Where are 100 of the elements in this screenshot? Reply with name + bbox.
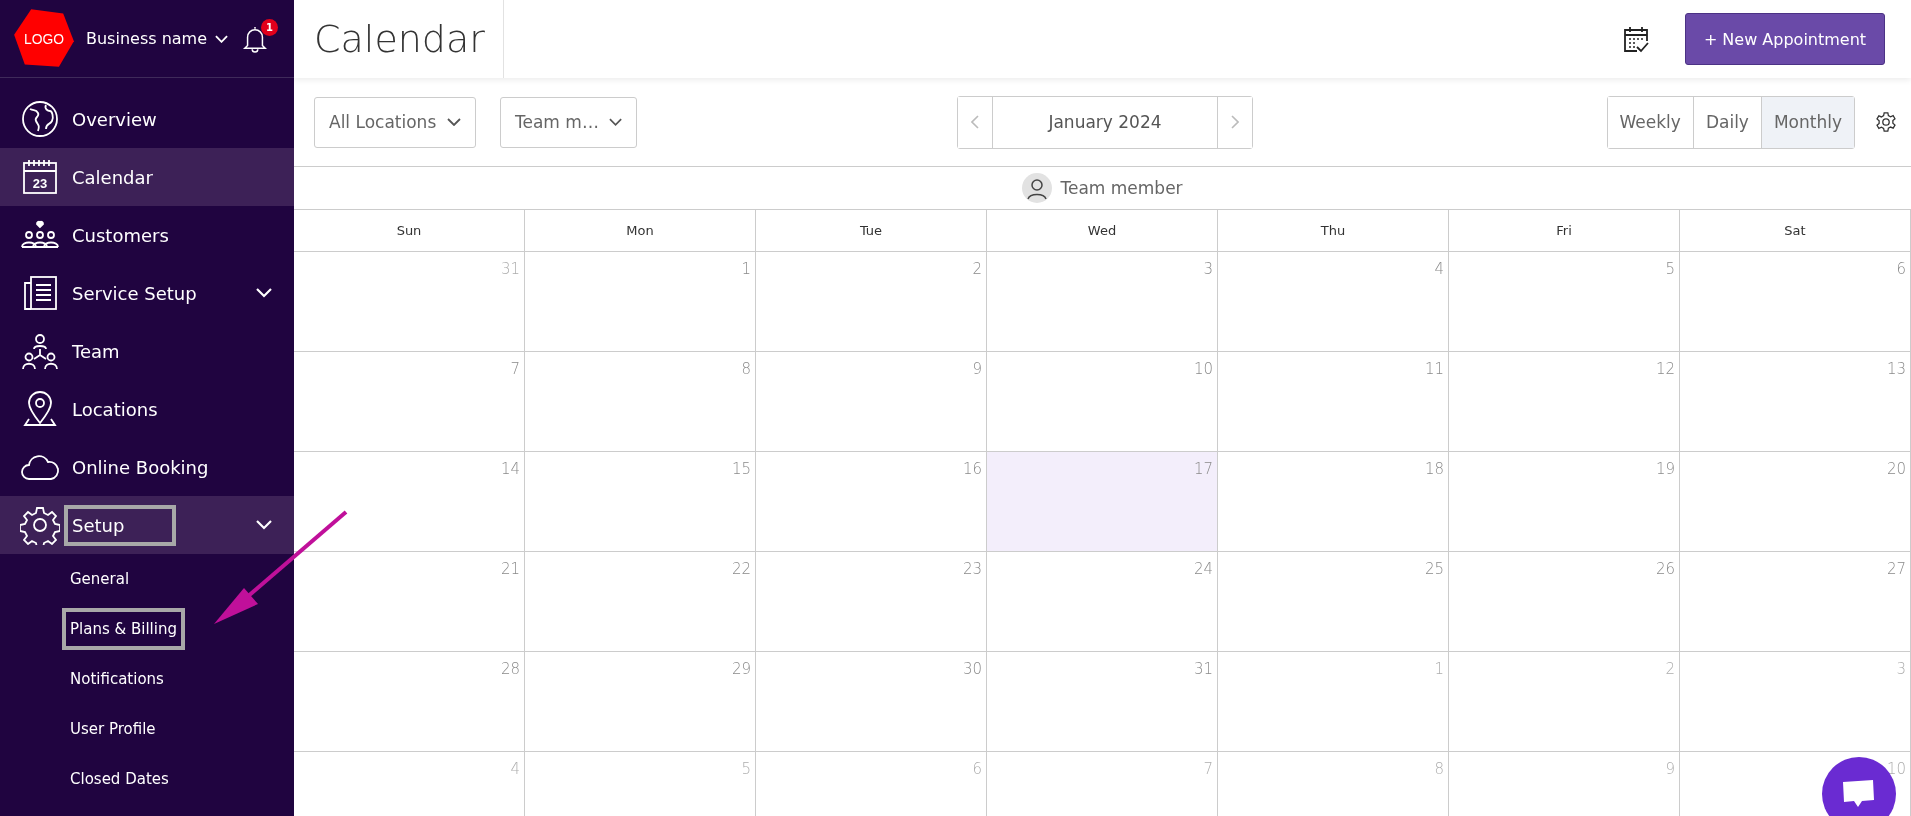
sidebar-item[interactable]: Online Booking xyxy=(0,438,294,496)
date-number: 1 xyxy=(741,260,751,278)
day-cell[interactable]: 2 xyxy=(756,252,987,352)
day-cell[interactable]: 31 xyxy=(294,252,525,352)
sidebar-item-label: Team xyxy=(71,339,121,364)
day-cell[interactable]: 24 xyxy=(987,552,1218,652)
day-cell[interactable]: 8 xyxy=(525,352,756,452)
date-number: 19 xyxy=(1655,460,1675,478)
date-number: 13 xyxy=(1886,360,1906,378)
day-cell[interactable]: 25 xyxy=(1218,552,1449,652)
day-cell[interactable]: 6 xyxy=(1680,252,1911,352)
chevron-down-icon xyxy=(447,118,461,126)
day-cell[interactable]: 1 xyxy=(525,252,756,352)
date-number: 15 xyxy=(731,460,751,478)
sidebar-item-label: Locations xyxy=(71,397,159,422)
day-cell[interactable]: 28 xyxy=(294,652,525,752)
weekday-header: Mon xyxy=(626,223,654,238)
day-cell[interactable]: 21 xyxy=(294,552,525,652)
view-tab[interactable]: Monthly xyxy=(1760,96,1854,148)
date-number: 11 xyxy=(1424,360,1444,378)
sidebar-item[interactable]: Customers xyxy=(0,206,294,264)
date-number: 7 xyxy=(1203,760,1213,778)
sidebar-item[interactable]: Setup xyxy=(0,496,294,554)
filter-dropdown[interactable]: Team m… xyxy=(500,96,637,148)
date-number: 18 xyxy=(1424,460,1444,478)
day-cell[interactable]: 1 xyxy=(1218,652,1449,752)
globe-icon xyxy=(20,99,60,139)
day-cell[interactable]: 9 xyxy=(1449,752,1680,816)
sidebar-item-label: Setup xyxy=(64,504,177,546)
day-cell[interactable]: 4 xyxy=(294,752,525,816)
date-number: 31 xyxy=(500,260,520,278)
day-cell[interactable]: 8 xyxy=(1218,752,1449,816)
sidebar-item[interactable]: 23 Calendar xyxy=(0,148,294,206)
date-number: 9 xyxy=(972,360,982,378)
date-number: 24 xyxy=(1193,560,1213,578)
calendar-check-icon[interactable] xyxy=(1621,24,1651,54)
day-cell[interactable]: 20 xyxy=(1680,452,1911,552)
settings-icon[interactable] xyxy=(1875,111,1897,133)
sidebar-item[interactable]: Service Setup xyxy=(0,264,294,322)
day-cell[interactable]: 19 xyxy=(1449,452,1680,552)
day-cell[interactable]: 9 xyxy=(756,352,987,452)
date-number: 1 xyxy=(1434,660,1444,678)
date-number: 27 xyxy=(1886,560,1906,578)
filter-dropdown[interactable]: All Locations xyxy=(314,96,476,148)
day-cell[interactable]: 7 xyxy=(987,752,1218,816)
day-cell[interactable]: 12 xyxy=(1449,352,1680,452)
day-cell[interactable]: 31 xyxy=(987,652,1218,752)
date-number: 8 xyxy=(1434,760,1444,778)
bell-icon[interactable] xyxy=(242,24,268,53)
date-number: 12 xyxy=(1655,360,1675,378)
day-cell[interactable]: 6 xyxy=(756,752,987,816)
weekday-header: Tue xyxy=(859,223,883,238)
day-cell[interactable]: 3 xyxy=(1680,652,1911,752)
day-cell[interactable]: 27 xyxy=(1680,552,1911,652)
sidebar-item-label: Calendar xyxy=(71,165,154,190)
day-cell[interactable]: 14 xyxy=(294,452,525,552)
submenu-item[interactable]: Notifications xyxy=(62,658,172,700)
date-number: 2 xyxy=(1665,660,1675,678)
submenu-item[interactable]: Plans & Billing xyxy=(62,608,185,650)
day-cell[interactable]: 5 xyxy=(525,752,756,816)
day-cell[interactable]: 26 xyxy=(1449,552,1680,652)
day-cell[interactable]: 3 xyxy=(987,252,1218,352)
date-number: 9 xyxy=(1665,760,1675,778)
team-member-label: Team member xyxy=(1060,178,1183,198)
day-cell[interactable]: 18 xyxy=(1218,452,1449,552)
day-cell[interactable]: 4 xyxy=(1218,252,1449,352)
date-number: 10 xyxy=(1886,760,1906,778)
sidebar-item[interactable]: Locations xyxy=(0,380,294,438)
day-cell[interactable]: 30 xyxy=(756,652,987,752)
date-number: 6 xyxy=(972,760,982,778)
sidebar-item[interactable]: Overview xyxy=(0,90,294,148)
day-cell[interactable]: 5 xyxy=(1449,252,1680,352)
weekday-header: Fri xyxy=(1556,223,1572,238)
date-number: 16 xyxy=(962,460,982,478)
day-cell[interactable]: 13 xyxy=(1680,352,1911,452)
day-cell[interactable]: 29 xyxy=(525,652,756,752)
date-number: 31 xyxy=(1193,660,1213,678)
day-cell[interactable]: 17 xyxy=(987,452,1218,552)
sidebar-item[interactable]: Team xyxy=(0,322,294,380)
avatar-icon xyxy=(1022,173,1053,203)
date-number: 23 xyxy=(962,560,982,578)
day-cell[interactable]: 2 xyxy=(1449,652,1680,752)
submenu-item[interactable]: General xyxy=(62,558,138,600)
day-cell[interactable]: 15 xyxy=(525,452,756,552)
day-cell[interactable]: 11 xyxy=(1218,352,1449,452)
day-cell[interactable]: 22 xyxy=(525,552,756,652)
date-number: 10 xyxy=(1193,360,1213,378)
business-name-dropdown[interactable]: Business name xyxy=(86,29,228,48)
chevron-down-icon xyxy=(608,118,622,126)
date-number: 4 xyxy=(510,760,520,778)
date-number: 3 xyxy=(1896,660,1906,678)
new-appointment-button[interactable]: + New Appointment xyxy=(1685,13,1885,65)
sidebar-item-label: Service Setup xyxy=(71,281,198,306)
day-cell[interactable]: 23 xyxy=(756,552,987,652)
day-cell[interactable]: 7 xyxy=(294,352,525,452)
submenu-item[interactable]: Closed Dates xyxy=(62,758,177,800)
date-number: 14 xyxy=(500,460,520,478)
date-number: 7 xyxy=(510,360,520,378)
submenu-item[interactable]: User Profile xyxy=(62,708,164,750)
date-number: 17 xyxy=(1193,460,1213,478)
